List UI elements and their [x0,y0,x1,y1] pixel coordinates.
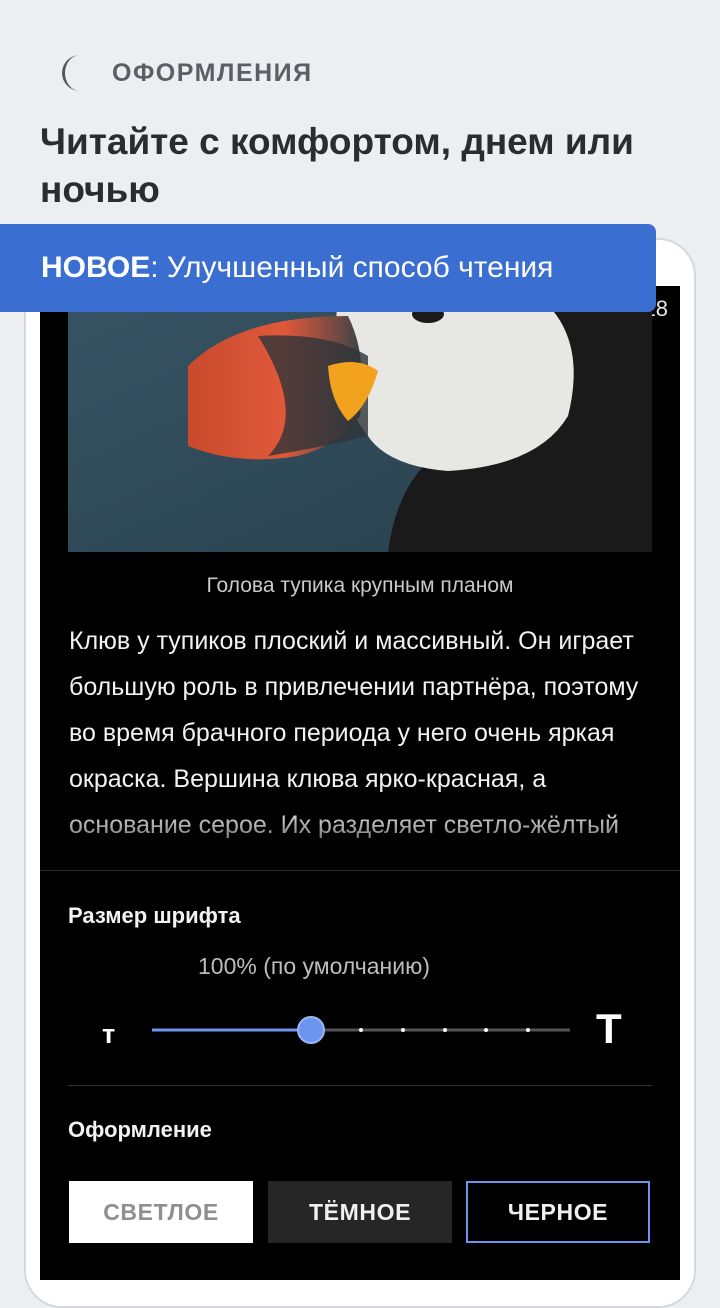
theme-title: Оформление [68,1117,212,1142]
page-headline: Читайте с комфортом, днем или ночью [40,121,634,210]
increase-font-icon[interactable]: T [596,1005,622,1053]
theme-black-button[interactable]: ЧЕРНОЕ [466,1181,650,1243]
slider-tick [401,1028,405,1032]
slider-tick [484,1028,488,1032]
banner-text: : Улучшенный способ чтения [150,251,554,284]
banner-prefix: НОВОЕ [41,251,151,284]
image-caption: Голова тупика крупным планом [206,574,514,597]
reading-settings-panel: Размер шрифта 100% (по умолчанию) т T Оф… [40,870,680,1280]
slider-tick [443,1028,447,1032]
new-feature-banner: НОВОЕ: Улучшенный способ чтения [0,224,656,312]
font-size-value: 100% (по умолчанию) [198,953,430,979]
font-size-slider[interactable] [152,1004,570,1056]
decrease-font-icon[interactable]: т [102,1019,115,1050]
slider-thumb [297,1016,325,1044]
section-label: ОФОРМЛЕНИЯ [112,58,313,87]
moon-icon [62,55,80,91]
slider-tick [359,1028,363,1032]
article-fade [40,806,680,868]
slider-tick [526,1028,530,1032]
font-size-title: Размер шрифта [68,903,241,928]
section-header: ОФОРМЛЕНИЯ [56,50,313,96]
divider [68,1085,652,1086]
phone-screen: 10:18 Голова тупика крупным планом Клюв … [40,286,680,1280]
theme-dark-button[interactable]: ТЁМНОЕ [268,1181,452,1243]
puffin-head-photo [68,296,652,552]
theme-light-button[interactable]: СВЕТЛОЕ [69,1181,253,1243]
